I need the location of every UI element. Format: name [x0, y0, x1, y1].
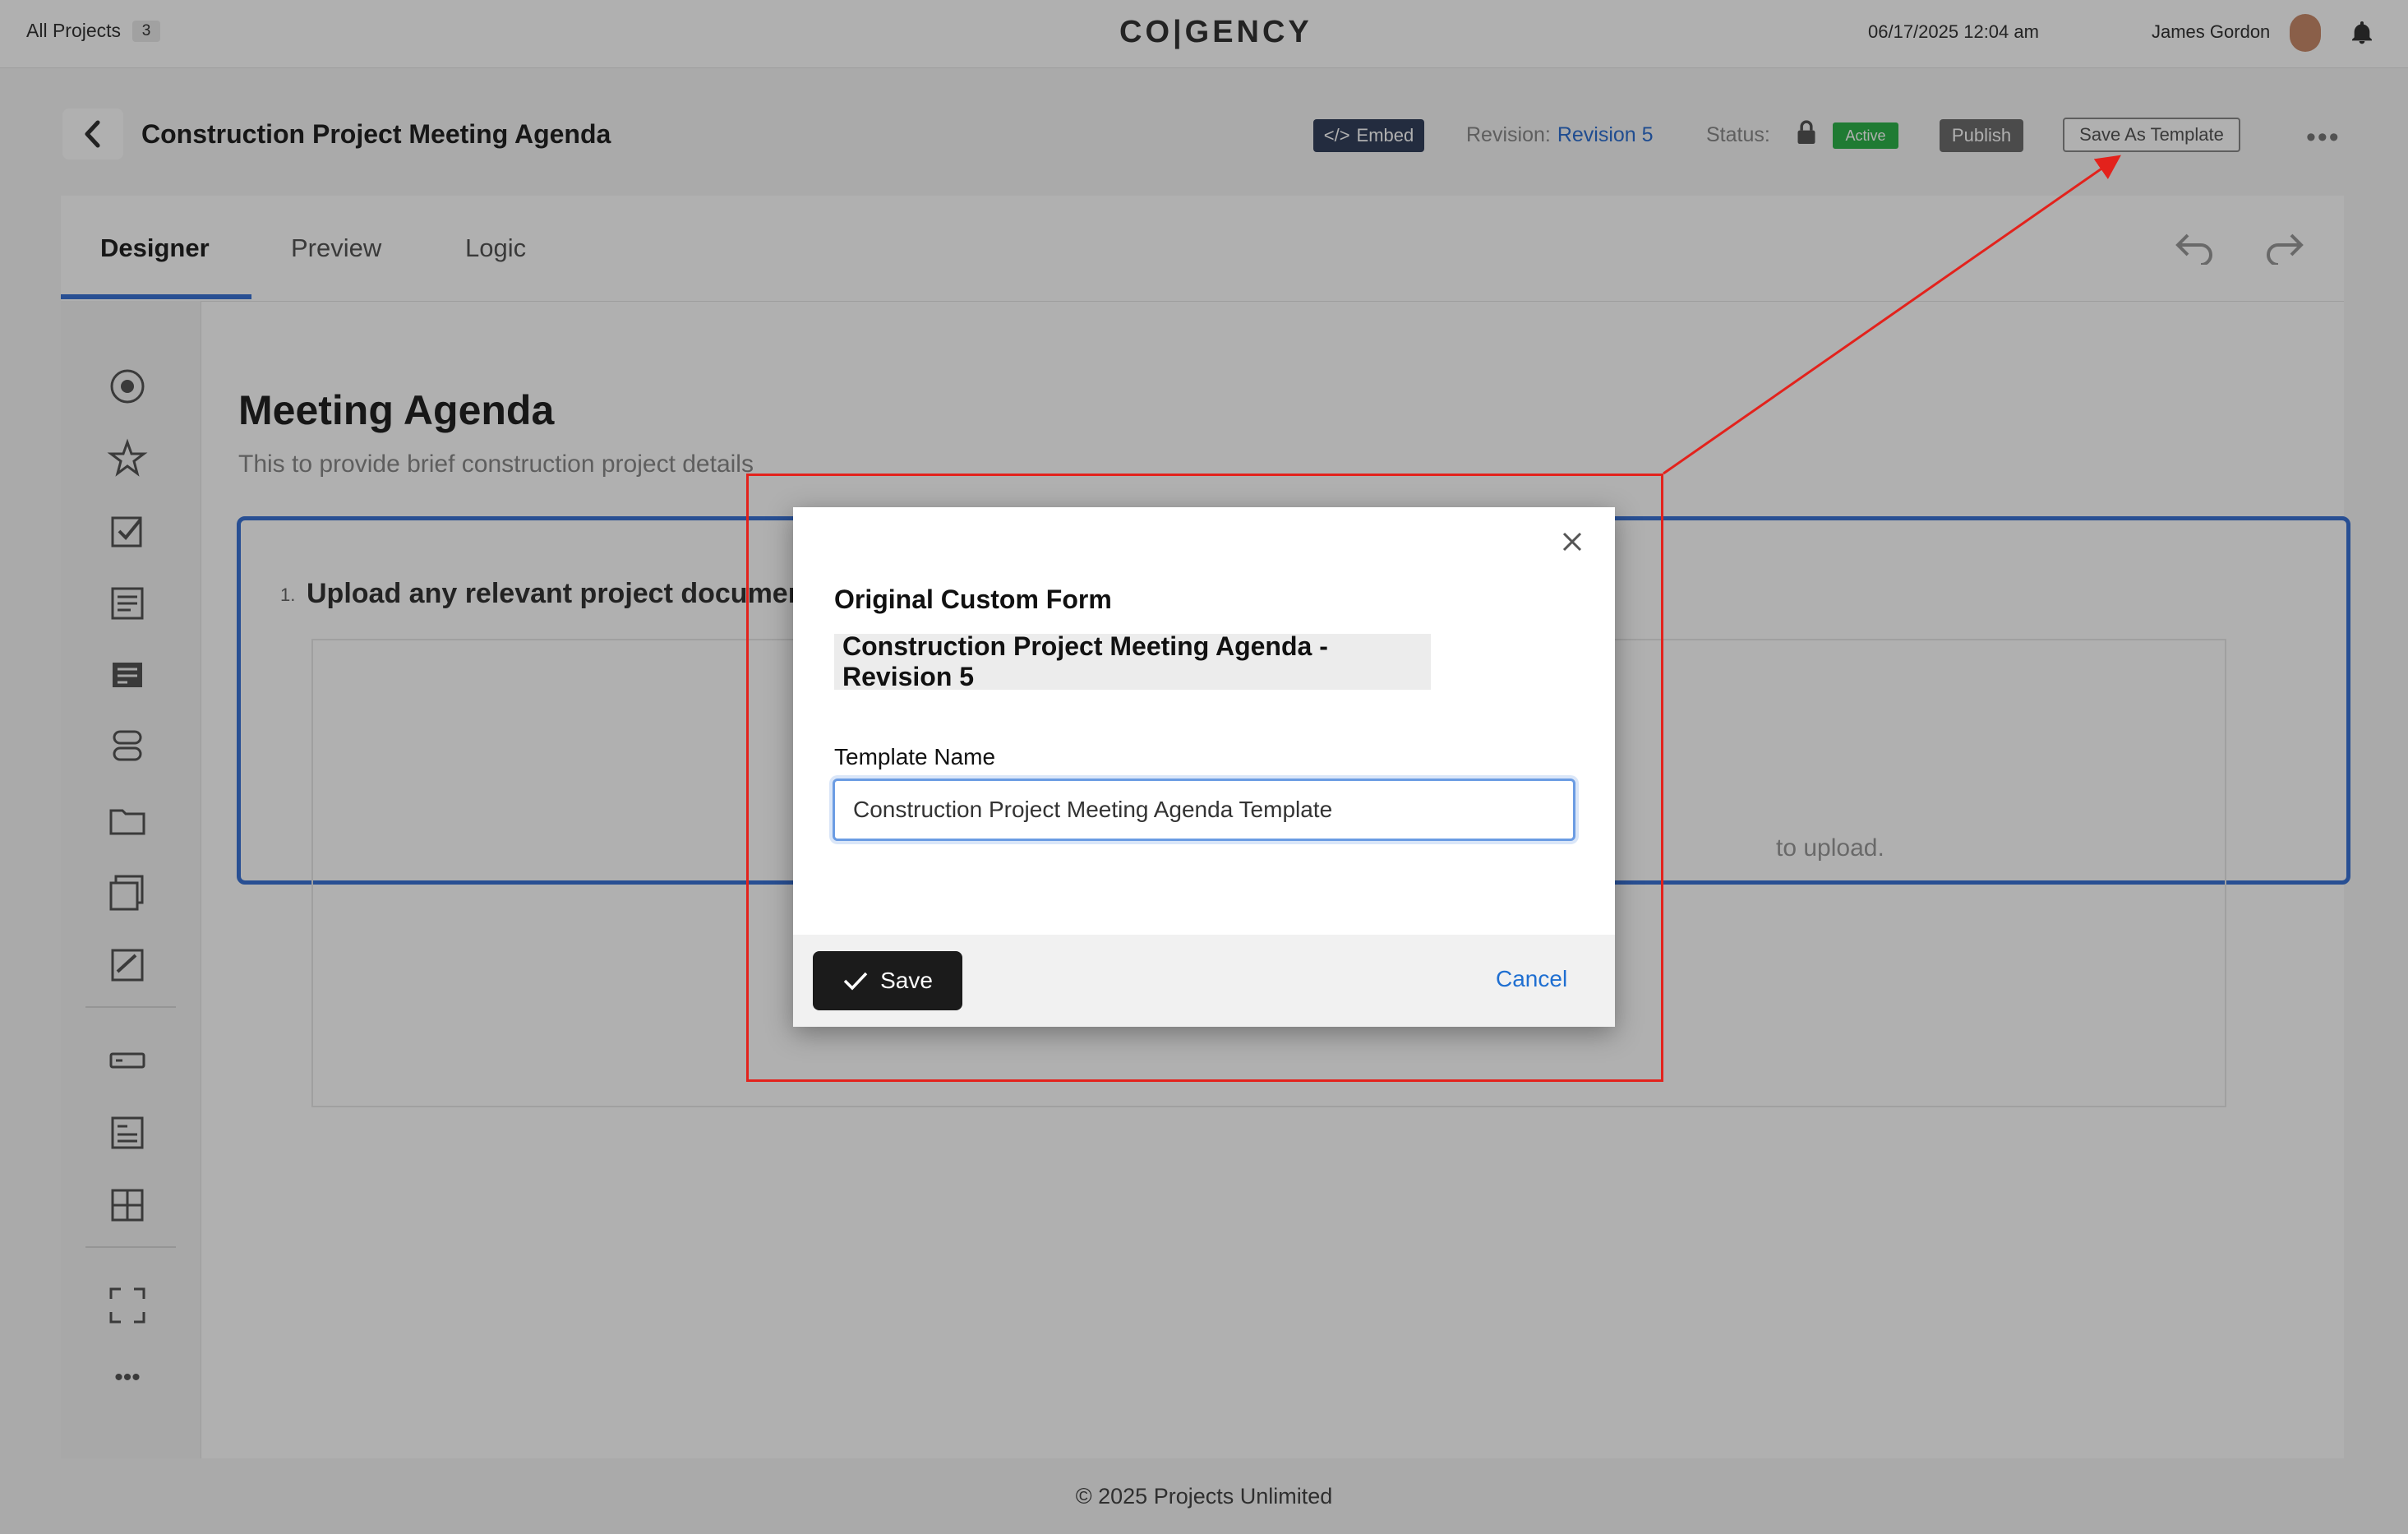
save-as-template-dialog: Original Custom Form Construction Projec…	[793, 507, 1615, 1027]
close-icon	[1562, 532, 1582, 552]
save-button[interactable]: Save	[813, 951, 962, 1010]
dialog-heading: Original Custom Form	[834, 584, 1112, 614]
template-name-label: Template Name	[834, 744, 996, 769]
cancel-button[interactable]: Cancel	[1496, 966, 1567, 992]
dialog-footer: Save Cancel	[793, 935, 1615, 1027]
close-button[interactable]	[1556, 525, 1589, 558]
template-name-input[interactable]	[833, 779, 1575, 841]
original-form-name: Construction Project Meeting Agenda - Re…	[834, 631, 1431, 691]
checkmark-icon	[843, 972, 868, 991]
save-label: Save	[880, 968, 933, 993]
